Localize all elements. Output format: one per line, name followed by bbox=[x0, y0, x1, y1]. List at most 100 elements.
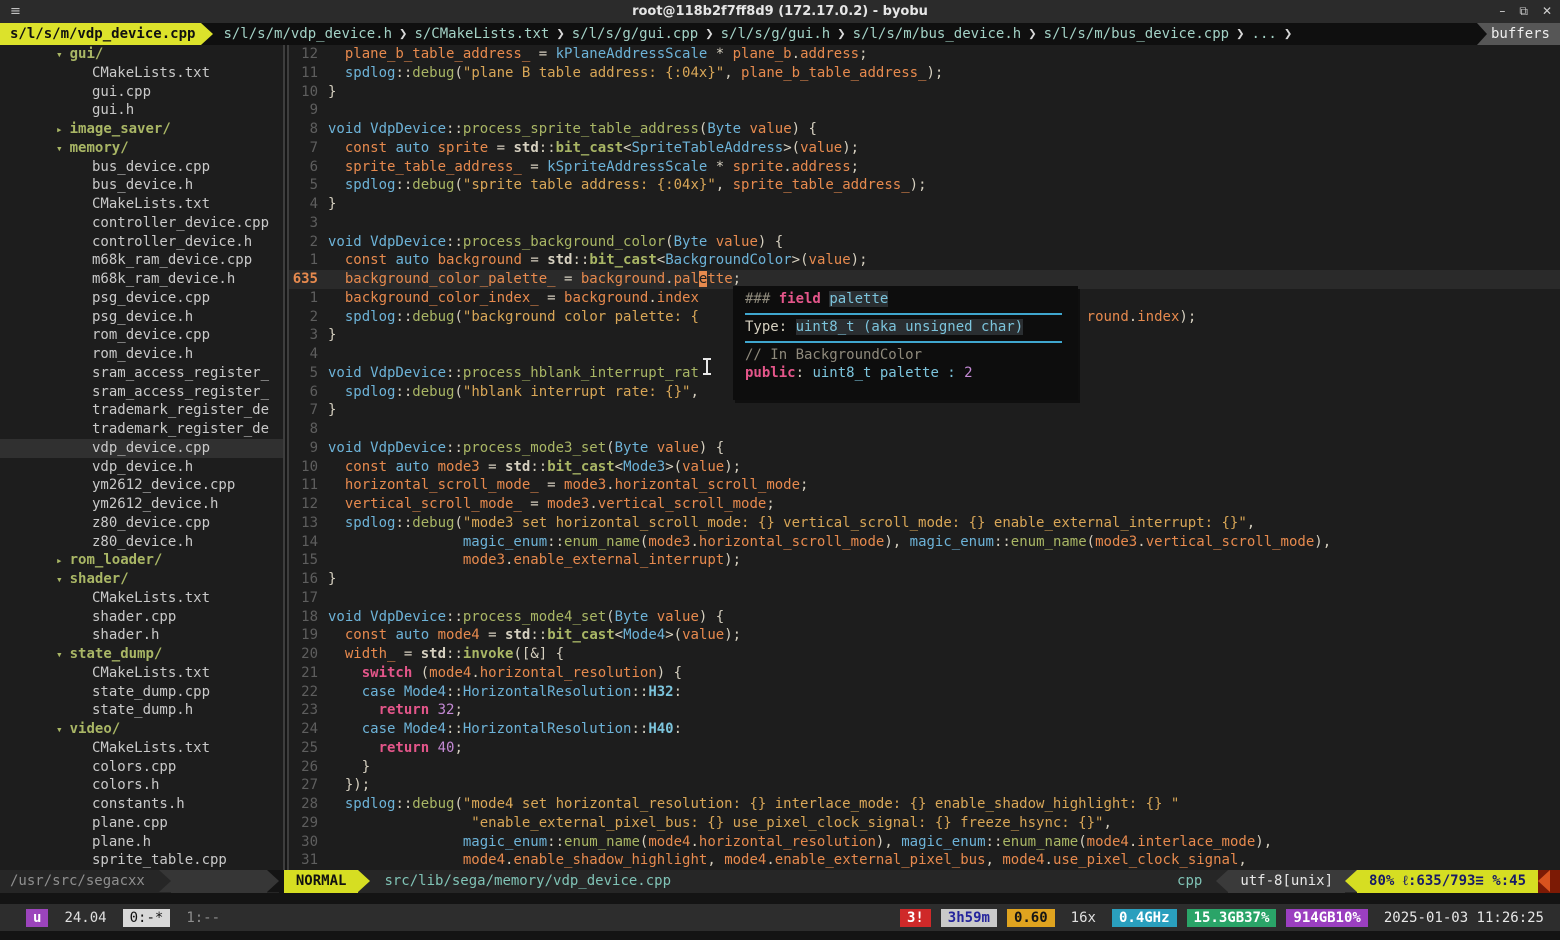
folder-expanded-icon[interactable]: ▾ bbox=[56, 648, 70, 661]
code-line[interactable]: 23 return 32; bbox=[289, 701, 1560, 720]
code-line[interactable]: 8 bbox=[289, 420, 1560, 439]
tree-item-file[interactable]: controller_device.cpp bbox=[0, 214, 283, 233]
code-line[interactable]: 22 case Mode4::HorizontalResolution::H32… bbox=[289, 683, 1560, 702]
tree-item-folder[interactable]: ▾memory/ bbox=[0, 139, 283, 158]
tree-item-file[interactable]: CMakeLists.txt bbox=[0, 664, 283, 683]
tree-item-file[interactable]: trademark_register_de bbox=[0, 401, 283, 420]
code-line[interactable]: 1 const auto background = std::bit_cast<… bbox=[289, 251, 1560, 270]
code-line[interactable]: 3 bbox=[289, 214, 1560, 233]
code-line[interactable]: 18void VdpDevice::process_mode4_set(Byte… bbox=[289, 608, 1560, 627]
tree-item-file[interactable]: z80_device.cpp bbox=[0, 514, 283, 533]
code-line[interactable]: 6 sprite_table_address_ = kSpriteAddress… bbox=[289, 158, 1560, 177]
code-line[interactable]: 14 magic_enum::enum_name(mode3.horizonta… bbox=[289, 533, 1560, 552]
tree-item-folder[interactable]: ▾gui/ bbox=[0, 45, 283, 64]
buffers-button[interactable]: buffers bbox=[1487, 23, 1560, 45]
code-line[interactable]: 2void VdpDevice::process_background_colo… bbox=[289, 233, 1560, 252]
tree-item-file[interactable]: bus_device.cpp bbox=[0, 158, 283, 177]
tree-item-file[interactable]: sram_access_register_ bbox=[0, 383, 283, 402]
code-line[interactable]: 11 horizontal_scroll_mode_ = mode3.horiz… bbox=[289, 476, 1560, 495]
tree-item-file[interactable]: controller_device.h bbox=[0, 233, 283, 252]
tab-inactive-buffer[interactable]: s/l/s/m/bus_device.h bbox=[853, 26, 1022, 42]
tree-item-file[interactable]: state_dump.cpp bbox=[0, 683, 283, 702]
tree-item-file[interactable]: shader.cpp bbox=[0, 608, 283, 627]
tab-inactive-buffer[interactable]: s/l/s/g/gui.h bbox=[721, 26, 831, 42]
code-line[interactable]: 12 vertical_scroll_mode_ = mode3.vertica… bbox=[289, 495, 1560, 514]
code-line[interactable]: 5 spdlog::debug("sprite table address: {… bbox=[289, 176, 1560, 195]
terminal-menu-icon[interactable]: ≡ bbox=[10, 4, 21, 19]
code-line[interactable]: 17 bbox=[289, 589, 1560, 608]
code-line[interactable]: 30 magic_enum::enum_name(mode4.horizonta… bbox=[289, 833, 1560, 852]
tree-item-folder[interactable]: ▾shader/ bbox=[0, 570, 283, 589]
code-line[interactable]: 13 spdlog::debug("mode3 set horizontal_s… bbox=[289, 514, 1560, 533]
tree-item-file[interactable]: plane.h bbox=[0, 833, 283, 852]
code-line[interactable]: 29 "enable_external_pixel_bus: {} use_pi… bbox=[289, 814, 1560, 833]
code-line[interactable]: 27 }); bbox=[289, 776, 1560, 795]
tab-active-buffer[interactable]: s/l/s/m/vdp_device.cpp bbox=[0, 23, 201, 45]
tree-item-file[interactable]: rom_device.cpp bbox=[0, 326, 283, 345]
code-line[interactable]: 4} bbox=[289, 195, 1560, 214]
minimize-button[interactable]: – bbox=[1499, 4, 1505, 19]
tree-item-file[interactable]: shader.h bbox=[0, 626, 283, 645]
code-line[interactable]: 9void VdpDevice::process_mode3_set(Byte … bbox=[289, 439, 1560, 458]
tree-item-file[interactable]: CMakeLists.txt bbox=[0, 589, 283, 608]
tree-item-file[interactable]: bus_device.h bbox=[0, 176, 283, 195]
code-line[interactable]: 15 mode3.enable_external_interrupt); bbox=[289, 551, 1560, 570]
code-editor[interactable]: 12 plane_b_table_address_ = kPlaneAddres… bbox=[289, 45, 1560, 870]
tab-inactive-buffer[interactable]: s/l/s/m/vdp_device.h bbox=[223, 26, 392, 42]
code-line[interactable]: 10 const auto mode3 = std::bit_cast<Mode… bbox=[289, 458, 1560, 477]
tree-item-file[interactable]: sram_access_register_ bbox=[0, 364, 283, 383]
tab-inactive-buffer[interactable]: s/CMakeLists.txt bbox=[414, 26, 549, 42]
tree-item-file[interactable]: vdp_device.h bbox=[0, 458, 283, 477]
tree-item-file[interactable]: gui.h bbox=[0, 101, 283, 120]
code-line[interactable]: 12 plane_b_table_address_ = kPlaneAddres… bbox=[289, 45, 1560, 64]
tree-item-file[interactable]: colors.h bbox=[0, 776, 283, 795]
tree-item-file[interactable]: trademark_register_de bbox=[0, 420, 283, 439]
tree-item-file[interactable]: psg_device.h bbox=[0, 308, 283, 327]
code-line[interactable]: 26 } bbox=[289, 758, 1560, 777]
code-line[interactable]: 25 return 40; bbox=[289, 739, 1560, 758]
tree-item-file[interactable]: z80_device.h bbox=[0, 533, 283, 552]
tree-item-file[interactable]: constants.h bbox=[0, 795, 283, 814]
folder-collapsed-icon[interactable]: ▸ bbox=[56, 554, 70, 567]
code-line[interactable]: 28 spdlog::debug("mode4 set horizontal_r… bbox=[289, 795, 1560, 814]
code-line[interactable]: 7} bbox=[289, 401, 1560, 420]
folder-expanded-icon[interactable]: ▾ bbox=[56, 573, 70, 586]
tree-item-folder[interactable]: ▾video/ bbox=[0, 720, 283, 739]
tree-item-file[interactable]: plane.cpp bbox=[0, 814, 283, 833]
tree-item-file[interactable]: gui.cpp bbox=[0, 83, 283, 102]
folder-expanded-icon[interactable]: ▾ bbox=[56, 142, 70, 155]
tree-item-file[interactable]: ym2612_device.cpp bbox=[0, 476, 283, 495]
maximize-button[interactable]: ⧉ bbox=[1519, 4, 1528, 19]
tree-item-file[interactable]: state_dump.h bbox=[0, 701, 283, 720]
tree-item-file[interactable]: ym2612_device.h bbox=[0, 495, 283, 514]
folder-expanded-icon[interactable]: ▾ bbox=[56, 48, 70, 61]
tree-item-folder[interactable]: ▾state_dump/ bbox=[0, 645, 283, 664]
folder-collapsed-icon[interactable]: ▸ bbox=[56, 123, 70, 136]
tree-item-folder[interactable]: ▸image_saver/ bbox=[0, 120, 283, 139]
tree-item-file[interactable]: colors.cpp bbox=[0, 758, 283, 777]
tree-item-file[interactable]: m68k_ram_device.cpp bbox=[0, 251, 283, 270]
code-line[interactable]: 31 mode4.enable_shadow_highlight, mode4.… bbox=[289, 851, 1560, 870]
tree-item-file[interactable]: vdp_device.cpp bbox=[0, 439, 283, 458]
code-line[interactable]: 20 width_ = std::invoke([&] { bbox=[289, 645, 1560, 664]
code-line[interactable]: 10} bbox=[289, 83, 1560, 102]
tree-item-folder[interactable]: ▸rom_loader/ bbox=[0, 551, 283, 570]
tree-item-file[interactable]: CMakeLists.txt bbox=[0, 195, 283, 214]
tree-item-file[interactable]: CMakeLists.txt bbox=[0, 739, 283, 758]
tree-item-file[interactable]: CMakeLists.txt bbox=[0, 64, 283, 83]
code-line[interactable]: 11 spdlog::debug("plane B table address:… bbox=[289, 64, 1560, 83]
tree-item-file[interactable]: m68k_ram_device.h bbox=[0, 270, 283, 289]
code-line[interactable]: 7 const auto sprite = std::bit_cast<Spri… bbox=[289, 139, 1560, 158]
code-line[interactable]: 9 bbox=[289, 101, 1560, 120]
tree-item-file[interactable]: sprite_table.cpp bbox=[0, 851, 283, 870]
tab-inactive-buffer[interactable]: s/l/s/m/bus_device.cpp bbox=[1044, 26, 1229, 42]
close-button[interactable]: ✕ bbox=[1542, 4, 1552, 19]
folder-expanded-icon[interactable]: ▾ bbox=[56, 723, 70, 736]
code-line[interactable]: 8void VdpDevice::process_sprite_table_ad… bbox=[289, 120, 1560, 139]
code-line[interactable]: 24 case Mode4::HorizontalResolution::H40… bbox=[289, 720, 1560, 739]
code-line[interactable]: 19 const auto mode4 = std::bit_cast<Mode… bbox=[289, 626, 1560, 645]
tree-item-file[interactable]: psg_device.cpp bbox=[0, 289, 283, 308]
code-line[interactable]: 21 switch (mode4.horizontal_resolution) … bbox=[289, 664, 1560, 683]
tab-inactive-buffer[interactable]: s/l/s/g/gui.cpp bbox=[572, 26, 698, 42]
code-line[interactable]: 16} bbox=[289, 570, 1560, 589]
